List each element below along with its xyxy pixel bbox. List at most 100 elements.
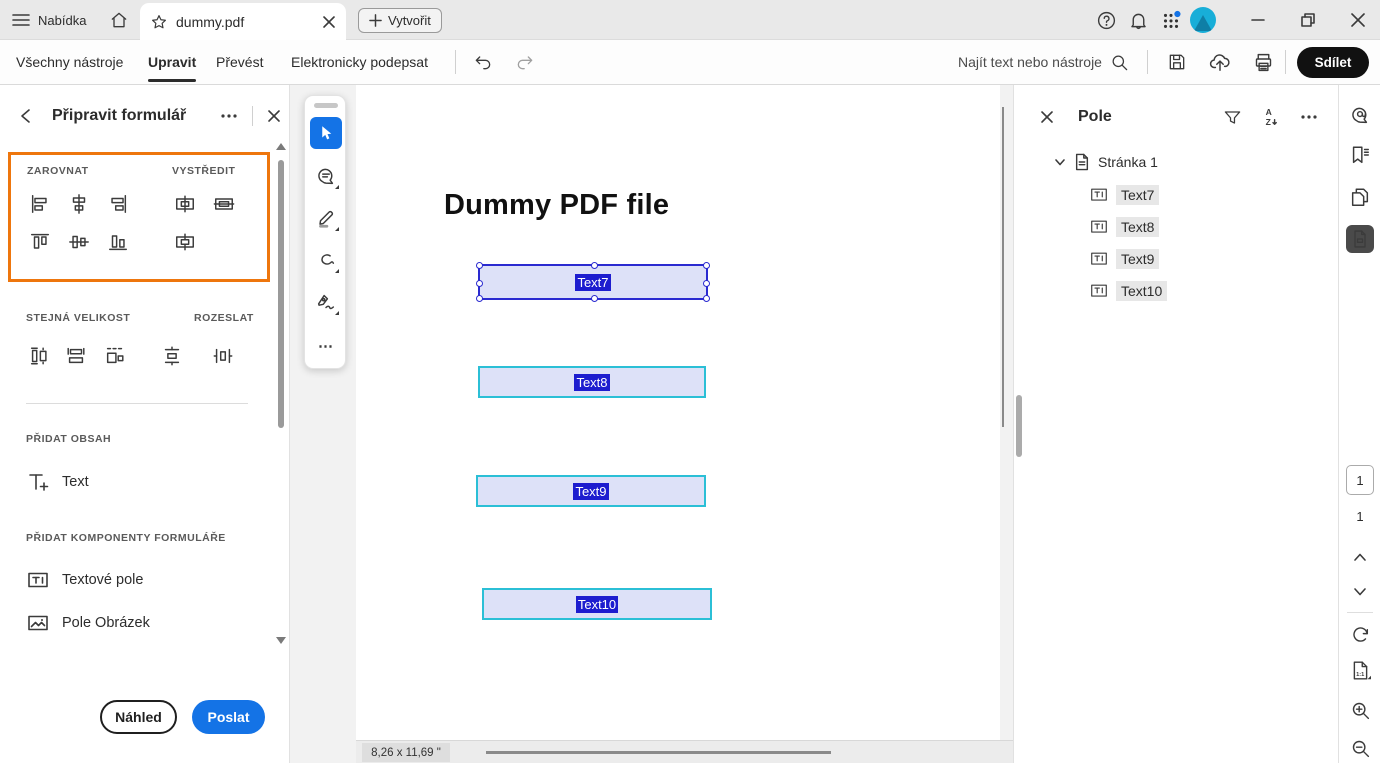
panel-scroll-down-arrow[interactable] [276, 637, 286, 644]
document-tab[interactable]: dummy.pdf [140, 3, 346, 40]
toolbar-drag-handle[interactable] [314, 103, 338, 108]
panel-header: Připravit formulář [18, 101, 281, 131]
sort-az-icon[interactable]: AZ [1262, 107, 1280, 127]
resize-handle-e[interactable] [703, 280, 710, 287]
nav-edit[interactable]: Upravit [148, 40, 197, 84]
align-center-horizontal-icon[interactable] [66, 191, 92, 217]
pdf-page[interactable] [356, 85, 1000, 740]
more-tools-button[interactable]: ⋯ [310, 330, 342, 362]
help-icon [1096, 10, 1117, 31]
notifications-button[interactable] [1125, 7, 1151, 33]
same-size-icon[interactable] [102, 343, 128, 369]
main-menu-button[interactable]: Nabídka [12, 8, 86, 32]
text-field-icon [1090, 251, 1108, 267]
align-right-icon[interactable] [105, 191, 131, 217]
tree-page-row[interactable]: Stránka 1 [1054, 153, 1158, 171]
chevron-down-icon[interactable] [1054, 156, 1066, 168]
panel-close-icon[interactable] [267, 109, 281, 123]
window-minimize-button[interactable] [1238, 0, 1278, 40]
window-restore-button[interactable] [1288, 0, 1328, 40]
toolbar-divider [455, 50, 456, 74]
create-button[interactable]: Vytvořit [358, 8, 442, 33]
next-page-button[interactable] [1346, 578, 1374, 606]
apps-waffle-button[interactable] [1158, 7, 1184, 33]
minimize-icon [1251, 13, 1265, 27]
fields-more-icon[interactable] [1300, 114, 1318, 120]
share-button[interactable]: Sdílet [1297, 47, 1369, 78]
back-chevron-icon[interactable] [18, 108, 34, 124]
form-field-text8[interactable]: Text8 [478, 366, 706, 398]
nav-convert[interactable]: Převést [216, 40, 263, 84]
find-text-button[interactable]: Najít text nebo nástroje [958, 40, 1129, 84]
nav-esign[interactable]: Elektronicky podepsat [291, 40, 428, 84]
draw-tool-button[interactable] [310, 244, 342, 276]
help-button[interactable] [1093, 7, 1119, 33]
preview-button[interactable]: Náhled [100, 700, 177, 734]
nav-all-tools[interactable]: Všechny nástroje [16, 40, 123, 84]
tab-close-icon[interactable] [322, 15, 336, 29]
select-tool-button[interactable] [310, 117, 342, 149]
vertical-scrollbar-thumb[interactable] [1002, 107, 1004, 427]
form-field-text10[interactable]: Text10 [482, 588, 712, 620]
page-number-input[interactable]: 1 [1346, 465, 1374, 495]
center-vertically-icon[interactable] [211, 191, 237, 217]
resize-handle-n[interactable] [591, 262, 598, 269]
highlight-tool-button[interactable] [310, 202, 342, 234]
distribute-vertical-icon[interactable] [159, 343, 185, 369]
bookmarks-panel-button[interactable] [1346, 141, 1374, 169]
home-button[interactable] [106, 8, 132, 32]
window-close-button[interactable] [1338, 0, 1378, 40]
tree-item-text9[interactable]: Text9 [1090, 249, 1160, 269]
home-icon [109, 10, 129, 30]
horizontal-scrollbar-thumb[interactable] [486, 751, 831, 754]
sign-tool-button[interactable] [310, 286, 342, 318]
panel-scroll-up-arrow[interactable] [276, 143, 286, 150]
zoom-out-button[interactable] [1346, 734, 1374, 762]
form-fields-panel-button[interactable] [1346, 225, 1374, 253]
add-text-item[interactable]: Text [26, 470, 89, 494]
align-top-icon[interactable] [27, 229, 53, 255]
page-thumbnails-button[interactable] [1346, 183, 1374, 211]
print-button[interactable] [1250, 49, 1276, 75]
tree-item-text10[interactable]: Text10 [1090, 281, 1168, 301]
center-horizontally-icon[interactable] [172, 191, 198, 217]
panel-resize-grip[interactable] [1016, 395, 1022, 457]
undo-button[interactable] [470, 49, 496, 75]
same-width-icon[interactable] [63, 343, 89, 369]
resize-handle-s[interactable] [591, 295, 598, 302]
tree-item-text8[interactable]: Text8 [1090, 217, 1160, 237]
tree-item-text7[interactable]: Text7 [1090, 185, 1160, 205]
share-upload-button[interactable] [1207, 49, 1233, 75]
fit-page-button[interactable]: 1:1 [1346, 656, 1374, 684]
comments-panel-button[interactable] [1346, 101, 1374, 129]
redo-button[interactable] [512, 49, 538, 75]
center-both-icon[interactable] [172, 229, 198, 255]
align-middle-icon[interactable] [66, 229, 92, 255]
form-field-text7[interactable]: Text7 [476, 262, 710, 302]
rotate-page-button[interactable] [1346, 620, 1374, 648]
user-avatar[interactable] [1190, 7, 1216, 33]
comment-tool-button[interactable] [310, 160, 342, 192]
zoom-in-button[interactable] [1346, 696, 1374, 724]
previous-page-button[interactable] [1346, 543, 1374, 571]
filter-icon[interactable] [1223, 108, 1242, 127]
add-textfield-item[interactable]: Textové pole [26, 568, 143, 592]
send-button[interactable]: Poslat [192, 700, 265, 734]
resize-handle-nw[interactable] [476, 262, 483, 269]
resize-handle-w[interactable] [476, 280, 483, 287]
app-tab-bar: Nabídka dummy.pdf Vytvořit [0, 0, 1380, 40]
panel-scrollbar-thumb[interactable] [278, 160, 284, 428]
fields-close-icon[interactable] [1040, 110, 1054, 124]
add-imagefield-item[interactable]: Pole Obrázek [26, 611, 150, 635]
form-field-text9[interactable]: Text9 [476, 475, 706, 507]
panel-more-icon[interactable] [220, 113, 238, 119]
resize-handle-sw[interactable] [476, 295, 483, 302]
save-button[interactable] [1164, 49, 1190, 75]
star-icon[interactable] [150, 13, 168, 31]
distribute-horizontal-icon[interactable] [210, 343, 236, 369]
resize-handle-ne[interactable] [703, 262, 710, 269]
same-height-icon[interactable] [26, 343, 52, 369]
align-left-icon[interactable] [27, 191, 53, 217]
resize-handle-se[interactable] [703, 295, 710, 302]
align-bottom-icon[interactable] [105, 229, 131, 255]
